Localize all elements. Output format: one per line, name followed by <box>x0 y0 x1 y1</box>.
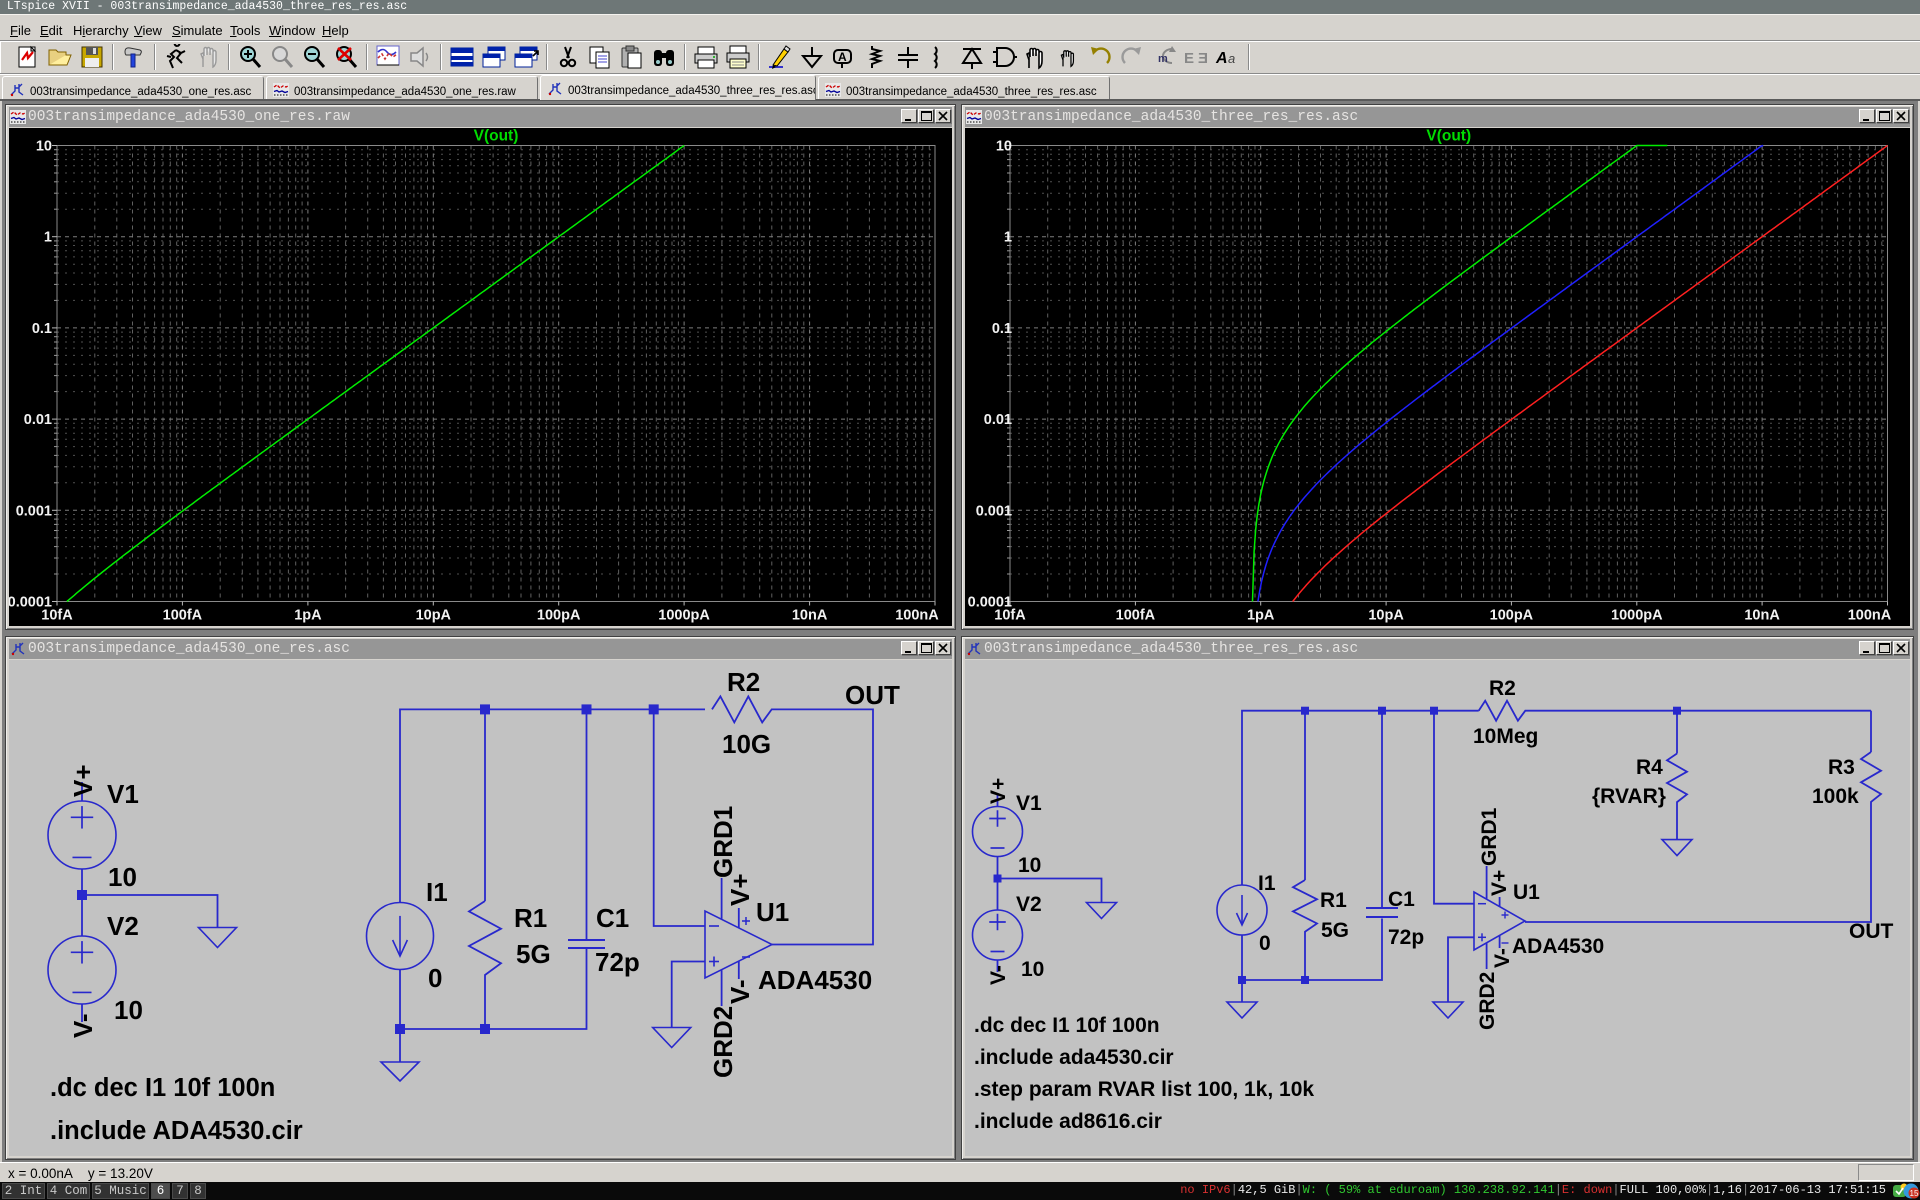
svg-text:.dc dec I1 10f 100n: .dc dec I1 10f 100n <box>974 1014 1160 1037</box>
svg-text:ADA4530: ADA4530 <box>1512 935 1604 958</box>
svg-text:0.01: 0.01 <box>984 412 1012 428</box>
svg-text:.step param RVAR list 100, 1k,: .step param RVAR list 100, 1k, 10k <box>974 1078 1314 1101</box>
svg-text:GRD1: GRD1 <box>708 806 738 878</box>
svg-text:100fA: 100fA <box>163 608 203 624</box>
svg-text:R3: R3 <box>1828 756 1855 779</box>
svg-text:E: E <box>1184 50 1194 67</box>
svg-text:OUT: OUT <box>845 680 900 710</box>
svg-text:100pA: 100pA <box>1490 608 1534 624</box>
svg-text:U1: U1 <box>756 897 789 927</box>
svg-text:0: 0 <box>428 963 442 993</box>
svg-text:100pA: 100pA <box>537 608 581 624</box>
svg-text:10pA: 10pA <box>416 608 452 624</box>
svg-text:I1: I1 <box>1258 872 1276 895</box>
svg-text:.include ada4530.cir: .include ada4530.cir <box>974 1046 1174 1069</box>
svg-text:V-: V- <box>68 1013 98 1038</box>
svg-text:72p: 72p <box>1388 926 1424 949</box>
svg-text:.include ad8616.cir: .include ad8616.cir <box>974 1110 1162 1133</box>
svg-text:R2: R2 <box>1489 677 1516 700</box>
svg-text:100nA: 100nA <box>895 608 939 624</box>
svg-text:V(out): V(out) <box>1426 128 1471 145</box>
svg-text:1pA: 1pA <box>1247 608 1275 624</box>
svg-text:1pA: 1pA <box>294 608 322 624</box>
svg-text:10: 10 <box>1018 854 1041 877</box>
svg-text:100nA: 100nA <box>1848 608 1892 624</box>
svg-text:ADA4530: ADA4530 <box>758 965 872 995</box>
svg-text:V2: V2 <box>107 911 139 941</box>
svg-text:10nA: 10nA <box>792 608 828 624</box>
svg-text:A: A <box>1215 50 1228 67</box>
svg-text:R2: R2 <box>727 667 760 697</box>
svg-text:V+: V+ <box>68 764 98 797</box>
svg-text:10: 10 <box>108 862 137 892</box>
svg-text:V+: V+ <box>725 873 755 906</box>
svg-text:0: 0 <box>1259 932 1271 955</box>
svg-text:V-: V- <box>1491 948 1514 968</box>
svg-text:V+: V+ <box>987 778 1010 804</box>
svg-text:R1: R1 <box>1320 889 1347 912</box>
svg-text:10G: 10G <box>722 729 771 759</box>
svg-text:C1: C1 <box>1388 888 1415 911</box>
svg-text:72p: 72p <box>595 947 640 977</box>
svg-text:{RVAR}: {RVAR} <box>1592 785 1666 808</box>
svg-text:0.1: 0.1 <box>32 321 52 337</box>
svg-text:I1: I1 <box>426 877 448 907</box>
svg-text:a: a <box>1228 51 1235 66</box>
svg-text:.include ADA4530.cir: .include ADA4530.cir <box>50 1117 303 1145</box>
svg-text:0.001: 0.001 <box>16 503 52 519</box>
svg-text:E: E <box>1198 50 1208 67</box>
svg-text:1: 1 <box>1004 230 1012 246</box>
svg-text:0.01: 0.01 <box>24 412 52 428</box>
svg-text:10Meg: 10Meg <box>1473 725 1538 748</box>
svg-text:10fA: 10fA <box>41 608 73 624</box>
svg-text:100fA: 100fA <box>1116 608 1156 624</box>
svg-text:GRD2: GRD2 <box>708 1006 738 1078</box>
svg-text:V(out): V(out) <box>474 128 519 145</box>
svg-text:10fA: 10fA <box>994 608 1026 624</box>
svg-text:V1: V1 <box>1016 792 1042 815</box>
svg-text:V-: V- <box>725 979 755 1004</box>
svg-text:10pA: 10pA <box>1368 608 1404 624</box>
svg-text:100k: 100k <box>1812 785 1859 808</box>
svg-text:GRD1: GRD1 <box>1478 807 1501 866</box>
svg-text:C1: C1 <box>596 903 629 933</box>
svg-text:10: 10 <box>114 995 143 1025</box>
svg-text:R1: R1 <box>514 903 547 933</box>
svg-text:V+: V+ <box>1488 870 1511 896</box>
svg-text:10: 10 <box>36 139 52 155</box>
svg-text:V2: V2 <box>1016 893 1042 916</box>
svg-text:0.001: 0.001 <box>976 503 1012 519</box>
svg-text:10: 10 <box>996 139 1012 155</box>
svg-text:V1: V1 <box>107 779 139 809</box>
svg-text:1000pA: 1000pA <box>1611 608 1663 624</box>
svg-text:m: m <box>1158 53 1168 65</box>
svg-text:1: 1 <box>44 230 52 246</box>
svg-text:15: 15 <box>1910 1189 1919 1198</box>
svg-text:5G: 5G <box>516 939 551 969</box>
svg-text:5G: 5G <box>1321 919 1349 942</box>
svg-text:GRD2: GRD2 <box>1476 972 1499 1030</box>
svg-text:.dc dec I1 10f 100n: .dc dec I1 10f 100n <box>50 1074 275 1102</box>
svg-text:U1: U1 <box>1513 881 1540 904</box>
svg-text:0.1: 0.1 <box>992 321 1012 337</box>
svg-text:V-: V- <box>987 965 1010 985</box>
svg-text:OUT: OUT <box>1849 920 1894 943</box>
svg-text:10nA: 10nA <box>1744 608 1780 624</box>
svg-text:1000pA: 1000pA <box>658 608 710 624</box>
svg-text:10: 10 <box>1021 958 1044 981</box>
svg-text:A: A <box>838 50 847 64</box>
svg-text:R4: R4 <box>1636 756 1663 779</box>
